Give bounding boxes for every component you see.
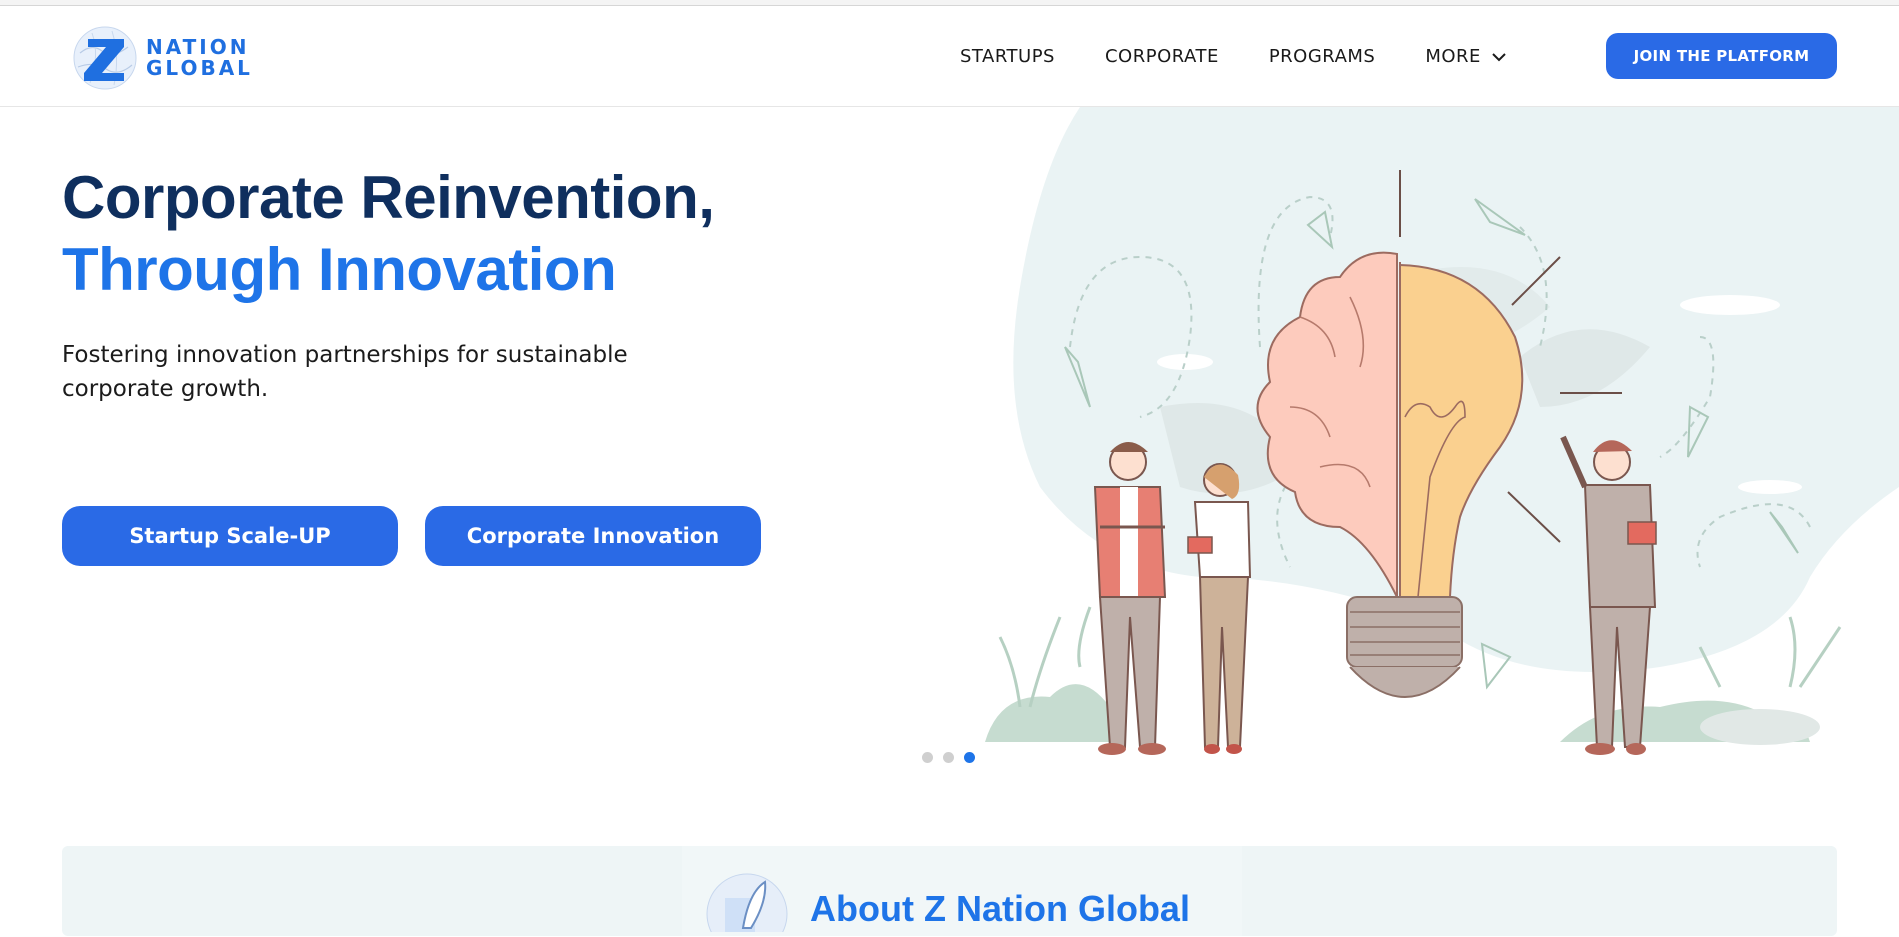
carousel-dot-3[interactable] bbox=[964, 752, 975, 763]
carousel-indicators bbox=[922, 752, 985, 763]
join-platform-button[interactable]: JOIN THE PLATFORM bbox=[1606, 33, 1837, 79]
bulb-base bbox=[1346, 596, 1463, 668]
brand-logo[interactable]: NATION GLOBAL bbox=[72, 20, 262, 96]
bush-left bbox=[985, 684, 1110, 742]
brand-wordmark: NATION GLOBAL bbox=[146, 37, 253, 79]
person-woman-with-book bbox=[1187, 463, 1252, 754]
nav-startups[interactable]: STARTUPS bbox=[960, 46, 1055, 67]
carousel-dot-1[interactable] bbox=[922, 752, 933, 763]
hero-illustration bbox=[960, 107, 1899, 757]
hero-title-line1: Corporate Reinvention, bbox=[62, 164, 715, 231]
nav-programs[interactable]: PROGRAMS bbox=[1269, 46, 1376, 67]
about-title: About Z Nation Global bbox=[810, 888, 1190, 929]
cloud bbox=[1157, 354, 1213, 370]
brand-line1: NATION bbox=[146, 35, 250, 59]
nav-more-label: MORE bbox=[1425, 46, 1481, 67]
nav-corporate[interactable]: CORPORATE bbox=[1105, 46, 1219, 67]
cloud bbox=[1738, 480, 1802, 494]
main-nav: STARTUPS CORPORATE PROGRAMS MORE bbox=[960, 6, 1507, 107]
site-header: NATION GLOBAL STARTUPS CORPORATE PROGRAM… bbox=[0, 6, 1899, 107]
brand-line2: GLOBAL bbox=[146, 56, 253, 80]
carousel-dot-2[interactable] bbox=[943, 752, 954, 763]
startup-scaleup-button[interactable]: Startup Scale-UP bbox=[62, 506, 398, 566]
cloud bbox=[1680, 295, 1780, 315]
hero-title-line2: Through Innovation bbox=[62, 236, 617, 303]
hero-title: Corporate Reinvention, Through Innovatio… bbox=[62, 162, 715, 306]
hero-subtitle: Fostering innovation partnerships for su… bbox=[62, 342, 628, 402]
corporate-innovation-button[interactable]: Corporate Innovation bbox=[425, 506, 761, 566]
z-globe-logo-icon bbox=[72, 25, 138, 91]
about-rocket-logo-icon bbox=[705, 872, 791, 937]
chevron-down-icon bbox=[1492, 52, 1506, 61]
nav-more[interactable]: MORE bbox=[1425, 46, 1507, 67]
